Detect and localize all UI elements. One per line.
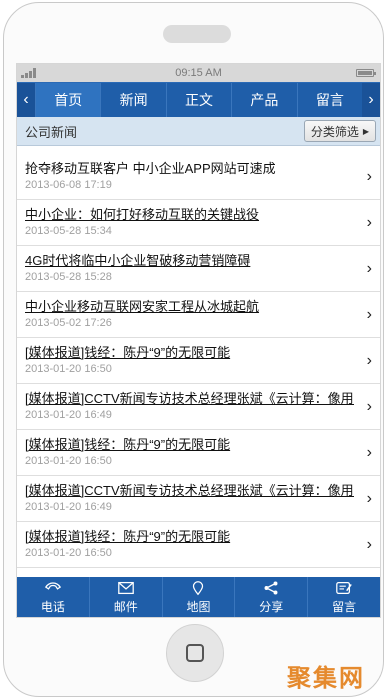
- share-icon: [264, 581, 278, 594]
- news-date: 2013-06-08 17:19: [25, 179, 112, 191]
- news-date: 2013-01-20 16:50: [25, 363, 112, 375]
- signal-icon: [21, 68, 41, 78]
- news-title: 抢夺移动互联客户 中小企业APP网站可速成: [25, 161, 276, 176]
- news-title: [媒体报道]钱经：陈丹“9”的无限可能: [25, 345, 231, 360]
- phone-screen: 09:15 AM ‹ 首页 新闻 正文 产品 留言 › 公司新闻 分类筛选 ▶ …: [16, 63, 381, 618]
- chevron-right-icon: ›: [366, 490, 372, 507]
- list-item[interactable]: [媒体报道]CCTV新闻专访技术总经理张斌《云计算：像用电 2013-01-20…: [17, 384, 380, 430]
- status-bar: 09:15 AM: [17, 64, 380, 82]
- chevron-right-icon: ›: [366, 536, 372, 553]
- bottom-nav-label: 留言: [332, 599, 357, 614]
- tab-message[interactable]: 留言: [296, 83, 362, 117]
- bottom-nav-phone[interactable]: 电话: [17, 577, 89, 617]
- news-title: 中小企业：如何打好移动互联的关键战役: [25, 207, 260, 222]
- home-square-icon: [186, 644, 204, 662]
- triangle-right-icon: ▶: [362, 126, 369, 136]
- news-title: [媒体报道]钱经：陈丹“9”的无限可能: [25, 529, 231, 544]
- message-icon: [336, 581, 352, 594]
- status-time: 09:15 AM: [175, 67, 222, 79]
- news-date: 2013-01-20 16:50: [25, 455, 112, 467]
- filter-label: 分类筛选: [310, 124, 359, 139]
- news-date: 2013-01-20 16:50: [25, 547, 112, 559]
- chevron-right-icon: ›: [366, 444, 372, 461]
- tab-products[interactable]: 产品: [231, 83, 296, 117]
- phone-speaker: [163, 25, 231, 43]
- chevron-right-icon: ›: [366, 352, 372, 369]
- list-item[interactable]: [媒体报道]钱经：陈丹“9”的无限可能 2013-01-20 16:50 ›: [17, 338, 380, 384]
- news-title: 4G时代将临中小企业智破移动营销障碍: [25, 253, 251, 268]
- list-item[interactable]: [媒体报道]CCTV新闻专访技术总经理张斌《云计算：像用电 2013-01-20…: [17, 476, 380, 522]
- bottom-nav: 电话 邮件 地图 分享 留言: [17, 577, 380, 617]
- home-button[interactable]: [166, 624, 224, 682]
- news-date: 2013-01-20 16:49: [25, 409, 112, 421]
- list-item[interactable]: 中小企业：如何打好移动互联的关键战役 2013-05-28 15:34 ›: [17, 200, 380, 246]
- tab-home[interactable]: 首页: [35, 83, 101, 117]
- bottom-nav-message[interactable]: 留言: [307, 577, 380, 617]
- phone-icon: [44, 581, 61, 590]
- news-title: 中小企业移动互联网安家工程从冰城起航: [25, 299, 260, 314]
- filter-button[interactable]: 分类筛选 ▶: [303, 120, 376, 142]
- bottom-nav-label: 地图: [186, 599, 211, 614]
- chevron-right-icon: ›: [366, 306, 372, 323]
- news-date: 2013-05-28 15:28: [25, 271, 112, 283]
- battery-icon: [356, 69, 376, 77]
- news-list: 抢夺移动互联客户 中小企业APP网站可速成 2013-06-08 17:19 ›…: [17, 154, 380, 568]
- bottom-nav-share[interactable]: 分享: [234, 577, 307, 617]
- chevron-right-icon: ›: [366, 214, 372, 231]
- mail-icon: [117, 581, 134, 594]
- list-item[interactable]: 4G时代将临中小企业智破移动营销障碍 2013-05-28 15:28 ›: [17, 246, 380, 292]
- watermark-logo: 聚集网: [287, 664, 365, 692]
- news-title: [媒体报道]CCTV新闻专访技术总经理张斌《云计算：像用电: [25, 483, 354, 498]
- chevron-right-icon: ›: [366, 260, 372, 277]
- tab-news[interactable]: 新闻: [100, 83, 165, 117]
- chevron-right-icon: ›: [366, 168, 372, 185]
- section-bar: 公司新闻 分类筛选 ▶: [17, 117, 380, 146]
- tab-article[interactable]: 正文: [165, 83, 231, 117]
- bottom-nav-label: 分享: [259, 599, 284, 614]
- news-title: [媒体报道]钱经：陈丹“9”的无限可能: [25, 437, 231, 452]
- bottom-nav-label: 邮件: [113, 599, 138, 614]
- list-item[interactable]: 抢夺移动互联客户 中小企业APP网站可速成 2013-06-08 17:19 ›: [17, 154, 380, 200]
- news-date: 2013-05-28 15:34: [25, 225, 112, 237]
- phone-frame: 09:15 AM ‹ 首页 新闻 正文 产品 留言 › 公司新闻 分类筛选 ▶ …: [3, 2, 384, 697]
- chevron-right-icon: ›: [366, 398, 372, 415]
- news-date: 2013-05-02 17:26: [25, 317, 112, 329]
- list-item[interactable]: 中小企业移动互联网安家工程从冰城起航 2013-05-02 17:26 ›: [17, 292, 380, 338]
- nav-right-arrow-icon[interactable]: ›: [362, 83, 380, 117]
- section-title: 公司新闻: [25, 124, 78, 140]
- list-item[interactable]: [媒体报道]钱经：陈丹“9”的无限可能 2013-01-20 16:50 ›: [17, 522, 380, 568]
- bottom-nav-label: 电话: [40, 599, 65, 614]
- bottom-nav-map[interactable]: 地图: [161, 577, 235, 617]
- news-title: [媒体报道]CCTV新闻专访技术总经理张斌《云计算：像用电: [25, 391, 354, 406]
- map-pin-icon: [193, 580, 204, 595]
- nav-left-arrow-icon[interactable]: ‹: [17, 83, 35, 117]
- bottom-nav-mail[interactable]: 邮件: [88, 577, 162, 617]
- news-date: 2013-01-20 16:49: [25, 501, 112, 513]
- top-nav: ‹ 首页 新闻 正文 产品 留言 ›: [17, 82, 380, 117]
- list-item[interactable]: [媒体报道]钱经：陈丹“9”的无限可能 2013-01-20 16:50 ›: [17, 430, 380, 476]
